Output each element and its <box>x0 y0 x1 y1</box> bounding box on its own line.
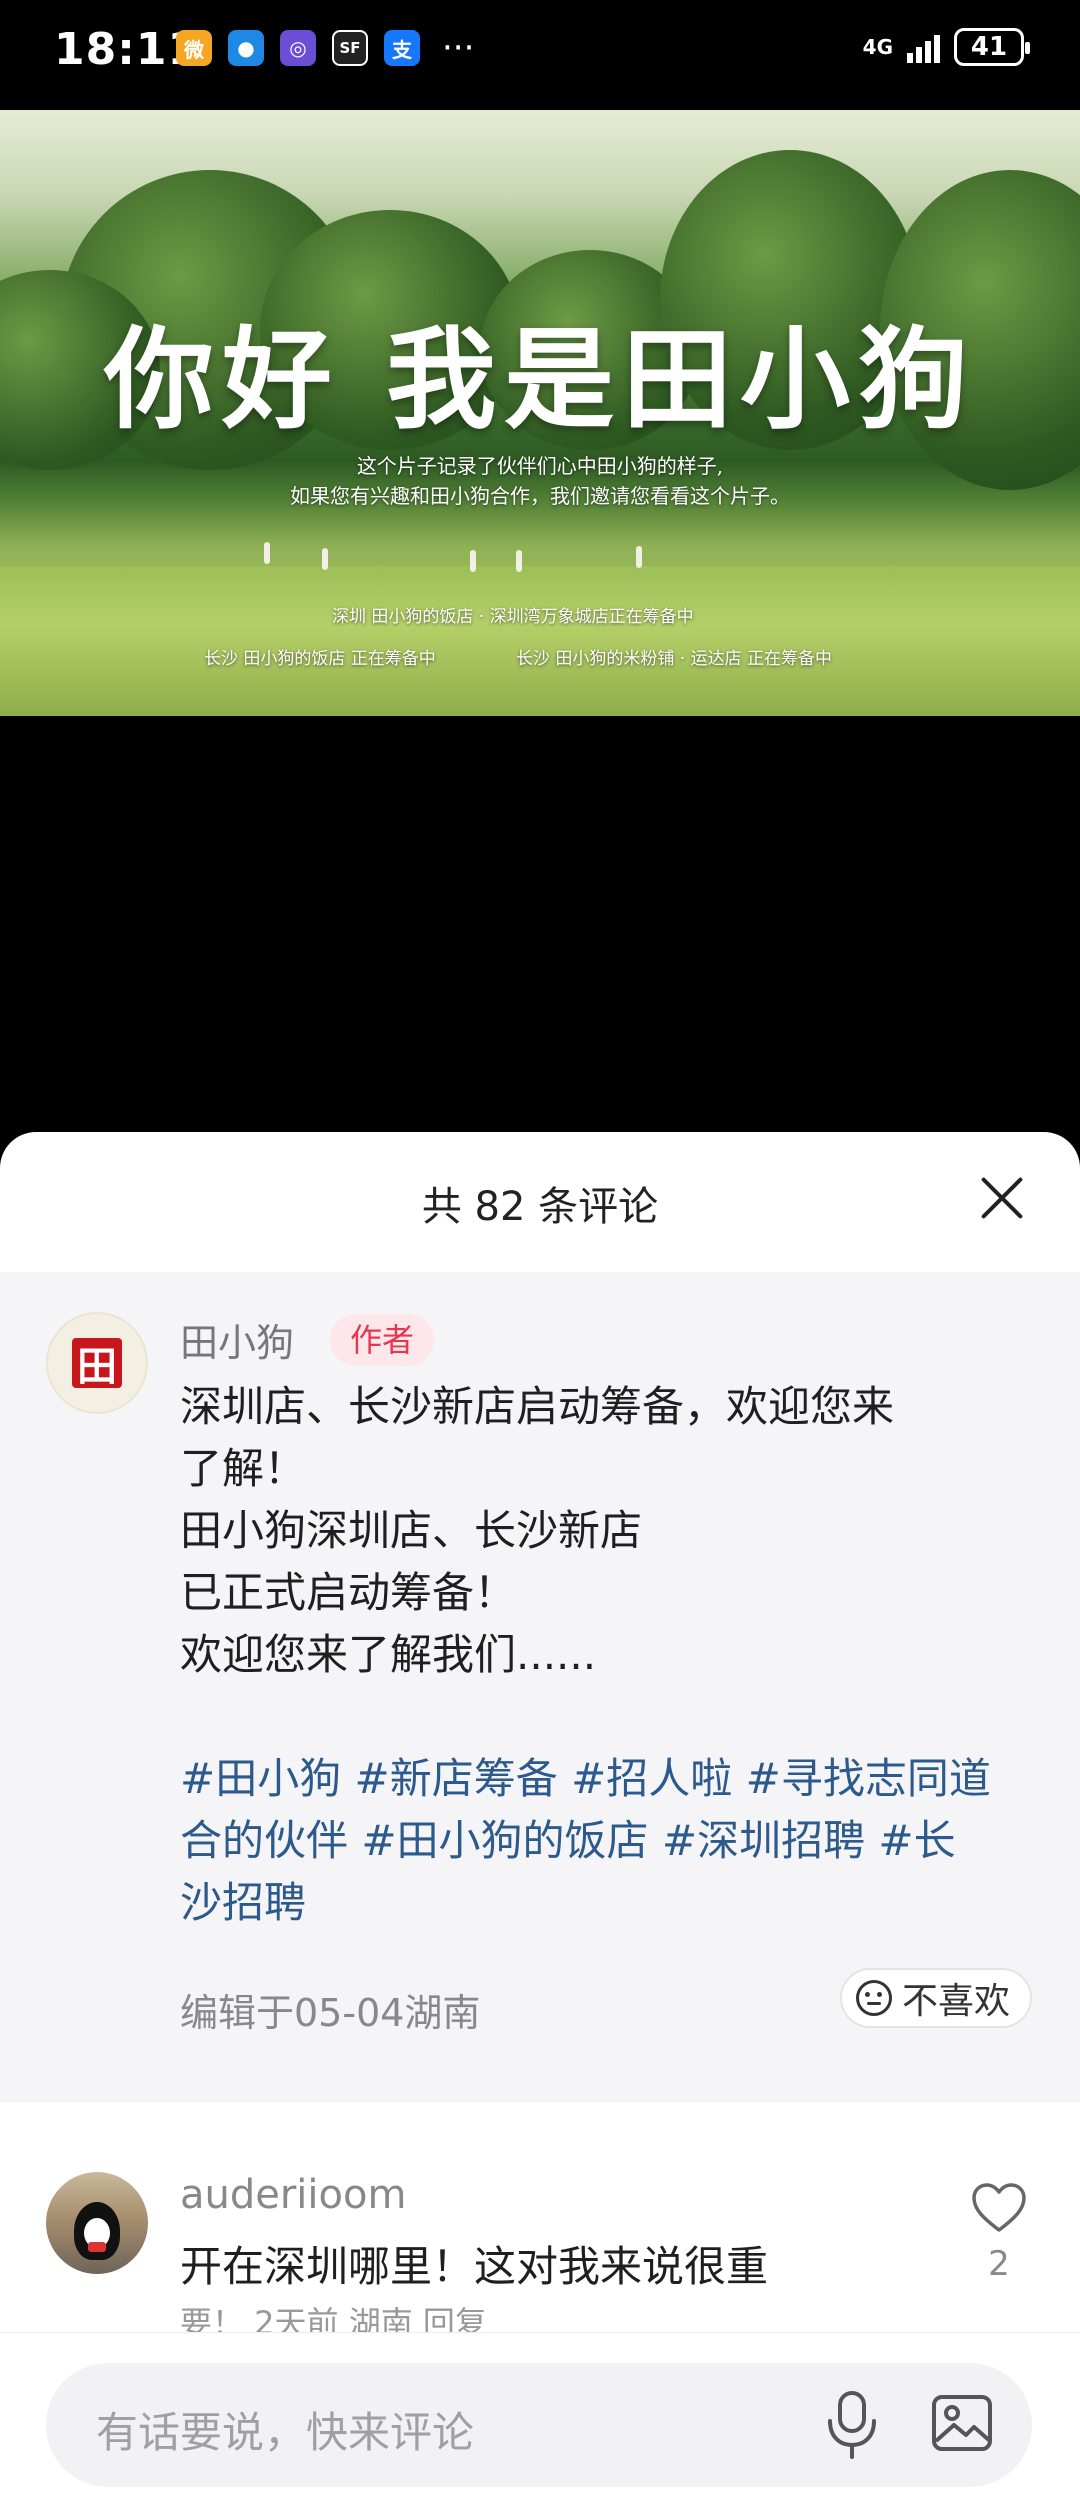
weibo-icon: 微 <box>176 30 212 66</box>
comment-line: 欢迎您来了解我们...... <box>180 1630 597 1679</box>
comment-meta: 编辑于05-04湖南 <box>180 1991 481 2035</box>
image-icon[interactable] <box>930 2391 994 2455</box>
battery-level: 41 <box>970 32 1008 62</box>
comment-line: 了解！ <box>180 1444 307 1493</box>
neutral-face-icon <box>855 1980 892 2016</box>
comment-line: 田小狗深圳店、长沙新店 <box>180 1506 643 1555</box>
person-figure <box>470 550 476 572</box>
brand-logo-icon: 田 <box>72 1338 122 1390</box>
like-button[interactable]: 2 <box>964 2182 1034 2284</box>
comment-body: 深圳店、长沙新店启动筹备，欢迎您来 了解！ 田小狗深圳店、长沙新店 已正式启动筹… <box>180 1376 1040 1934</box>
hashtag-line[interactable]: 合的伙伴 #田小狗的饭店 #深圳招聘 #长 <box>180 1810 1040 1872</box>
avatar[interactable] <box>46 2172 148 2274</box>
comment-line: 深圳店、长沙新店启动筹备，欢迎您来 <box>180 1382 895 1431</box>
battery-icon: 41 <box>954 28 1030 66</box>
dislike-button[interactable]: 不喜欢 <box>839 1968 1032 2028</box>
status-bar: 18:11 微 ● ◎ SF 支 ··· 4G 41 <box>0 0 1080 108</box>
video-subtitle-1: 这个片子记录了伙伴们心中田小狗的样子, <box>356 454 724 478</box>
like-count: 2 <box>988 2244 1010 2284</box>
comment-input-bar: 有话要说，快来评论 <box>0 2332 1080 2504</box>
comment-input-placeholder: 有话要说，快来评论 <box>96 2408 475 2457</box>
video-note-2a: 长沙 田小狗的饭店 正在筹备中 <box>204 649 436 669</box>
heart-icon <box>972 2183 1026 2232</box>
alipay-icon: 支 <box>384 30 420 66</box>
bank-icon: ◎ <box>280 30 316 66</box>
hashtag-line[interactable]: 沙招聘 <box>180 1872 1040 1934</box>
video-player[interactable]: 你好 我是田小狗 这个片子记录了伙伴们心中田小狗的样子, 如果您有兴趣和田小狗合… <box>0 110 1080 716</box>
microphone-icon[interactable] <box>822 2389 882 2461</box>
comments-sheet: 共 82 条评论 田 田小狗 作者 深圳店、长沙新店启动筹备，欢迎您来 了解！ … <box>0 1132 1080 2504</box>
author-badge: 作者 <box>330 1314 435 1366</box>
video-note-2b: 长沙 田小狗的米粉铺 · 运达店 正在筹备中 <box>516 649 833 669</box>
penguin-avatar-image <box>74 2202 120 2260</box>
video-note-1: 深圳 田小狗的饭店 · 深圳湾万象城店正在筹备中 <box>332 607 694 627</box>
comment-item[interactable]: auderiioom 开在深圳哪里！这对我来说很重 要！ 2天前 湖南 回复 2 <box>0 2132 1080 2342</box>
comments-count-title: 共 82 条评论 <box>421 1184 659 1230</box>
sf-express-icon: SF <box>332 30 368 66</box>
video-title: 你好 我是田小狗 <box>103 315 977 444</box>
person-figure <box>264 542 270 564</box>
close-icon[interactable] <box>978 1174 1026 1222</box>
hashtag-line[interactable]: #田小狗 #新店筹备 #招人啦 #寻找志同道 <box>180 1748 1040 1810</box>
grass-field <box>0 566 1080 716</box>
avatar[interactable]: 田 <box>46 1312 148 1414</box>
message-icon: ● <box>228 30 264 66</box>
system-status: 4G 41 <box>862 28 1030 66</box>
signal-icon <box>907 31 940 63</box>
pinned-author-comment[interactable]: 田 田小狗 作者 深圳店、长沙新店启动筹备，欢迎您来 了解！ 田小狗深圳店、长沙… <box>0 1272 1080 2102</box>
network-type: 4G <box>862 35 893 59</box>
comment-author[interactable]: 田小狗 <box>180 1312 294 1367</box>
person-figure <box>322 548 328 570</box>
comment-line: 已正式启动筹备！ <box>180 1568 517 1617</box>
person-figure <box>516 550 522 572</box>
comment-line <box>180 1686 1040 1748</box>
video-subtitle-2: 如果您有兴趣和田小狗合作，我们邀请您看看这个片子。 <box>290 484 790 508</box>
comment-body: 开在深圳哪里！这对我来说很重 <box>180 2242 769 2291</box>
comment-author[interactable]: auderiioom <box>180 2172 406 2218</box>
more-notifications-icon: ··· <box>442 28 475 68</box>
comments-header: 共 82 条评论 <box>0 1132 1080 1272</box>
comment-input[interactable]: 有话要说，快来评论 <box>46 2363 1032 2487</box>
person-figure <box>636 546 642 568</box>
notification-icons: 微 ● ◎ SF 支 ··· <box>176 30 474 66</box>
dislike-label: 不喜欢 <box>901 1981 1010 2022</box>
